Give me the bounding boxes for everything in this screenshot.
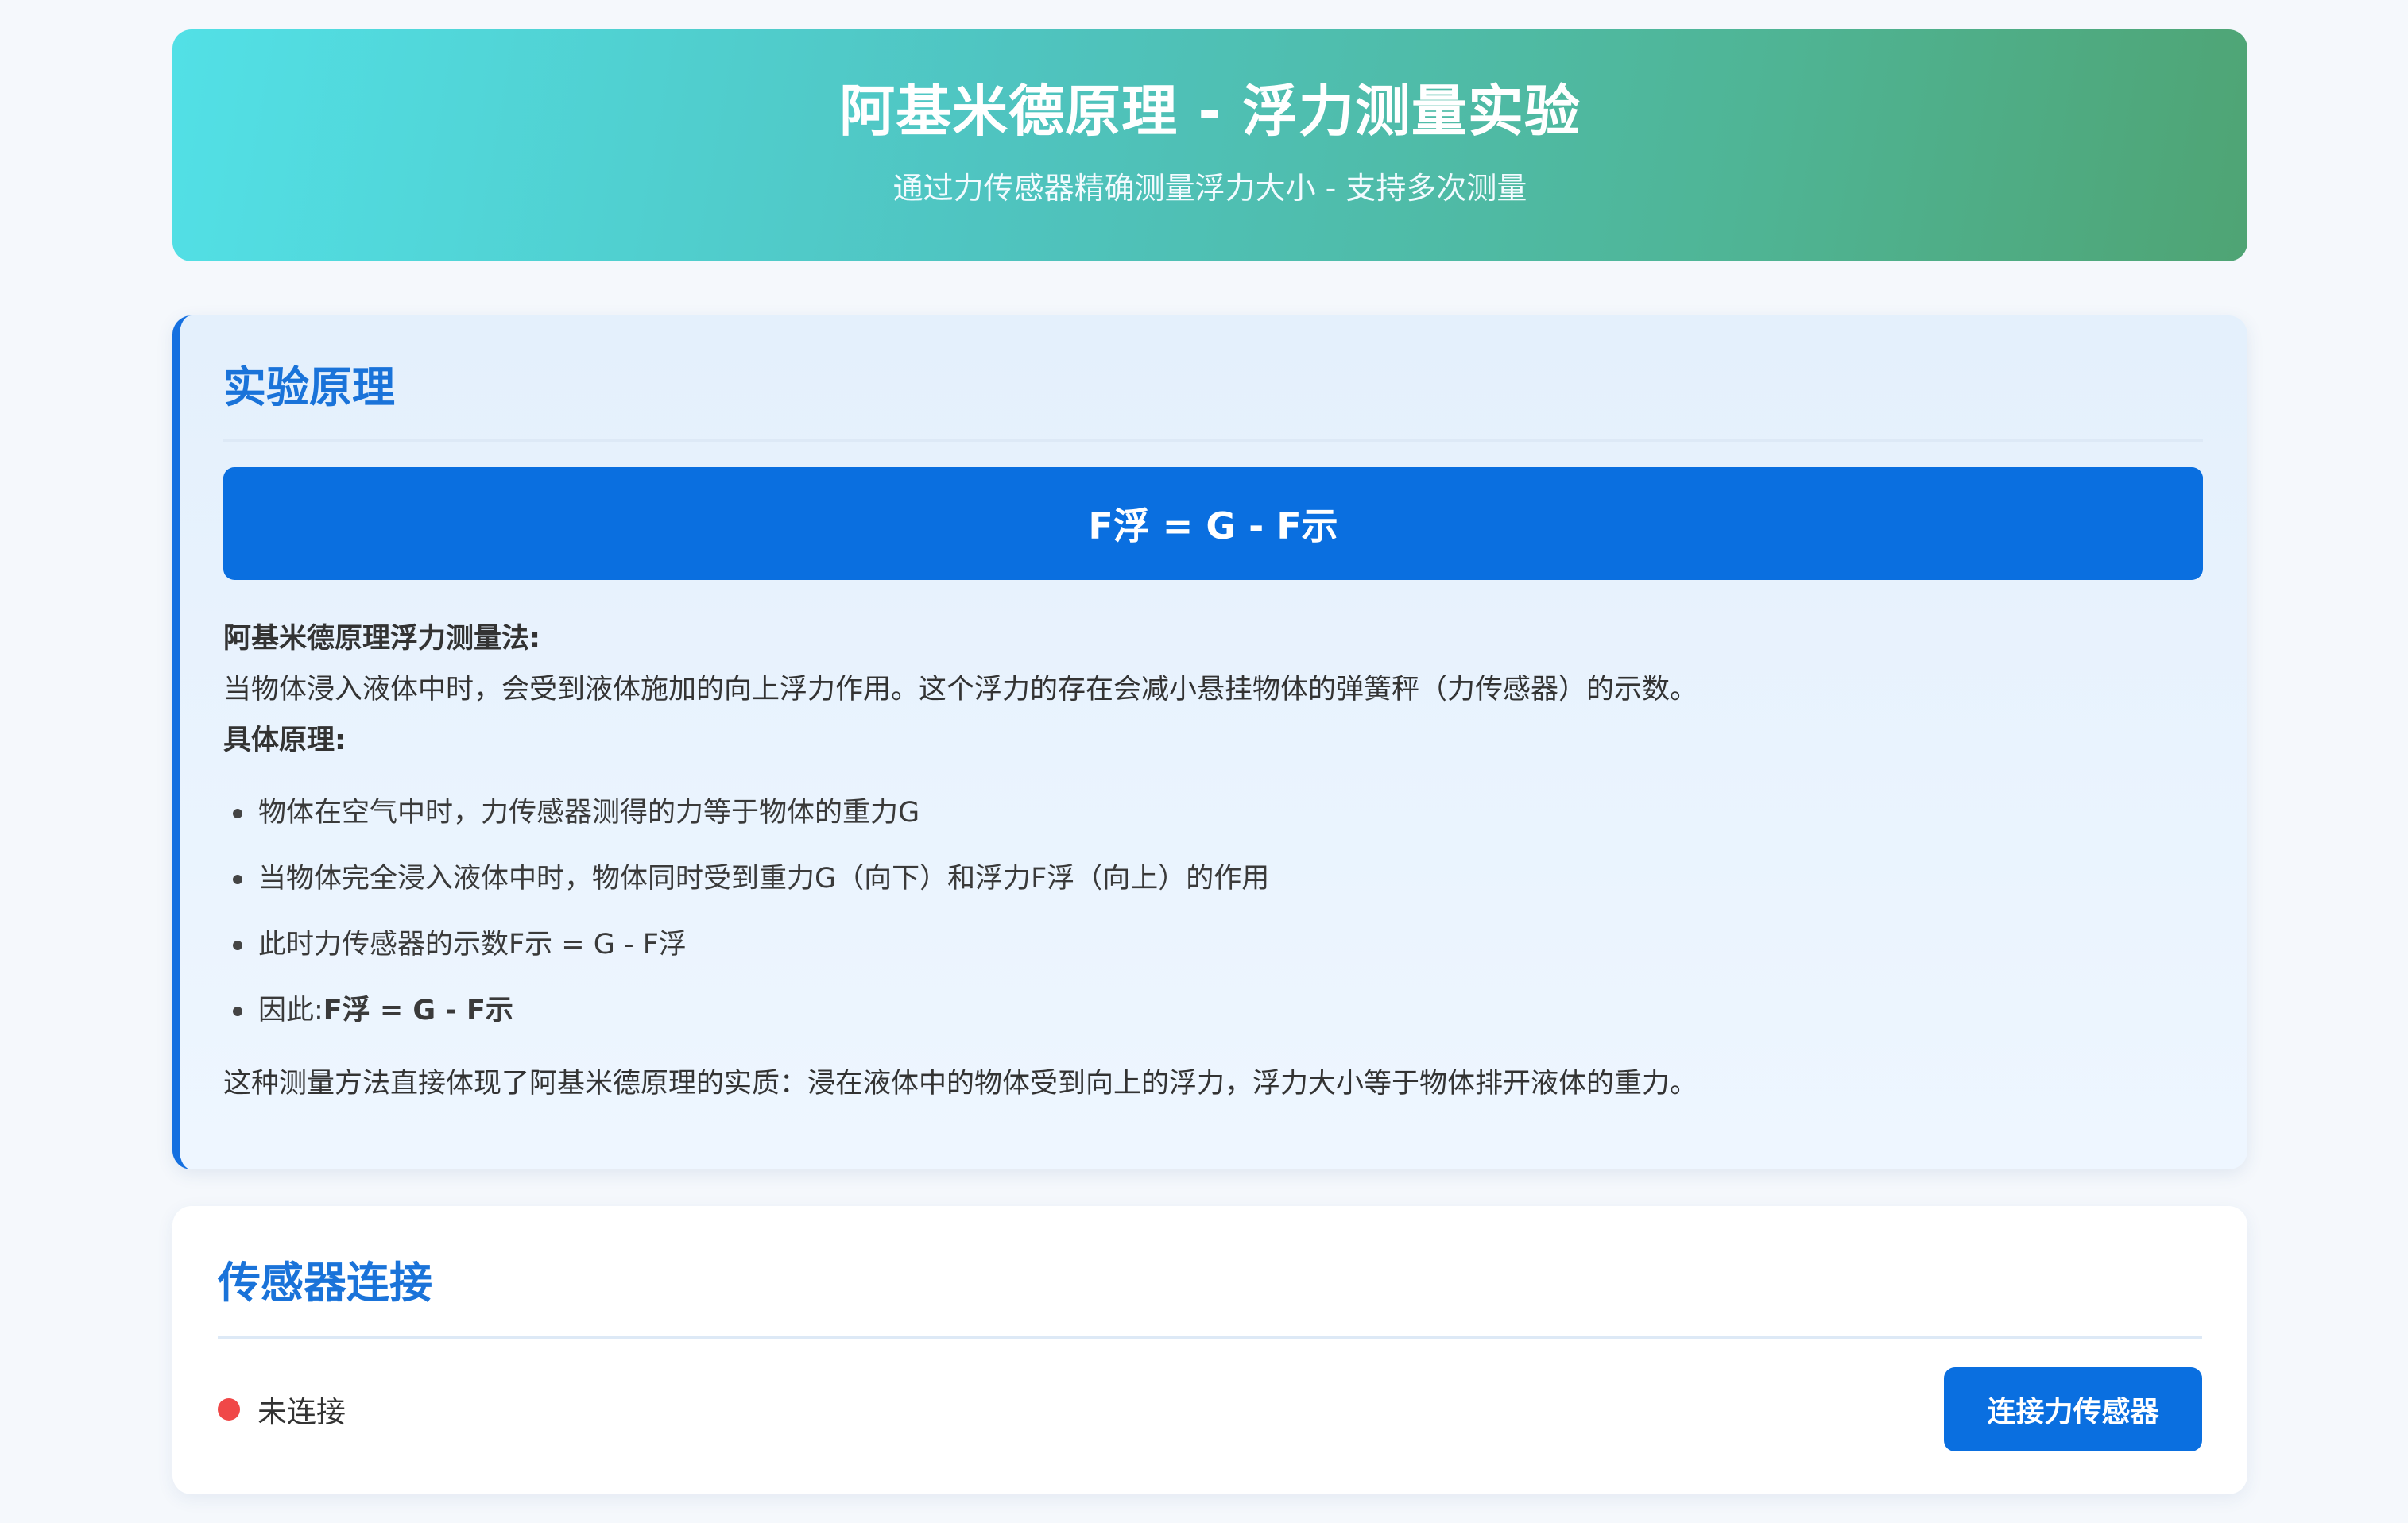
principle-list: 物体在空气中时，力传感器测得的力等于物体的重力G 当物体完全浸入液体中时，物体同…	[223, 780, 2203, 1044]
sensor-card: 传感器连接 未连接 连接力传感器	[172, 1206, 2247, 1494]
detail-heading: 具体原理:	[223, 725, 346, 757]
status-dot-icon	[218, 1398, 240, 1421]
therefore-label: 因此:	[258, 995, 323, 1027]
list-item-therefore: 因此:F浮 = G - F示	[223, 978, 2203, 1044]
method-text: 当物体浸入液体中时，会受到液体施加的向上浮力作用。这个浮力的存在会减小悬挂物体的…	[223, 674, 1698, 706]
page-title: 阿基米德原理 - 浮力测量实验	[839, 79, 1581, 144]
page-container: 阿基米德原理 - 浮力测量实验 通过力传感器精确测量浮力大小 - 支持多次测量 …	[172, 29, 2247, 1494]
connection-status: 未连接	[218, 1388, 346, 1431]
page-subtitle: 通过力传感器精确测量浮力大小 - 支持多次测量	[892, 170, 1527, 206]
list-item: 当物体完全浸入液体中时，物体同时受到重力G（向下）和浮力F浮（向上）的作用	[223, 846, 2203, 912]
principle-card: 实验原理 F浮 = G - F示 阿基米德原理浮力测量法: 当物体浸入液体中时，…	[172, 315, 2247, 1169]
conclusion-text: 这种测量方法直接体现了阿基米德原理的实质：浸在液体中的物体受到向上的浮力，浮力大…	[223, 1068, 1698, 1100]
formula-banner: F浮 = G - F示	[223, 467, 2203, 581]
page-header: 阿基米德原理 - 浮力测量实验 通过力传感器精确测量浮力大小 - 支持多次测量	[172, 29, 2247, 261]
method-description: 阿基米德原理浮力测量法: 当物体浸入液体中时，会受到液体施加的向上浮力作用。这个…	[223, 613, 2203, 766]
list-item: 物体在空气中时，力传感器测得的力等于物体的重力G	[223, 780, 2203, 846]
formula-text: F浮 = G - F示	[1088, 504, 1338, 548]
list-item: 此时力传感器的示数F示 = G - F浮	[223, 912, 2203, 978]
sensor-status-row: 未连接 连接力传感器	[218, 1367, 2202, 1452]
connect-sensor-button[interactable]: 连接力传感器	[1944, 1367, 2202, 1452]
method-heading: 阿基米德原理浮力测量法:	[223, 623, 540, 655]
therefore-formula: F浮 = G - F示	[323, 995, 513, 1027]
status-text: 未连接	[257, 1395, 346, 1430]
sensor-title: 传感器连接	[218, 1255, 2202, 1339]
principle-title: 实验原理	[223, 360, 2203, 443]
